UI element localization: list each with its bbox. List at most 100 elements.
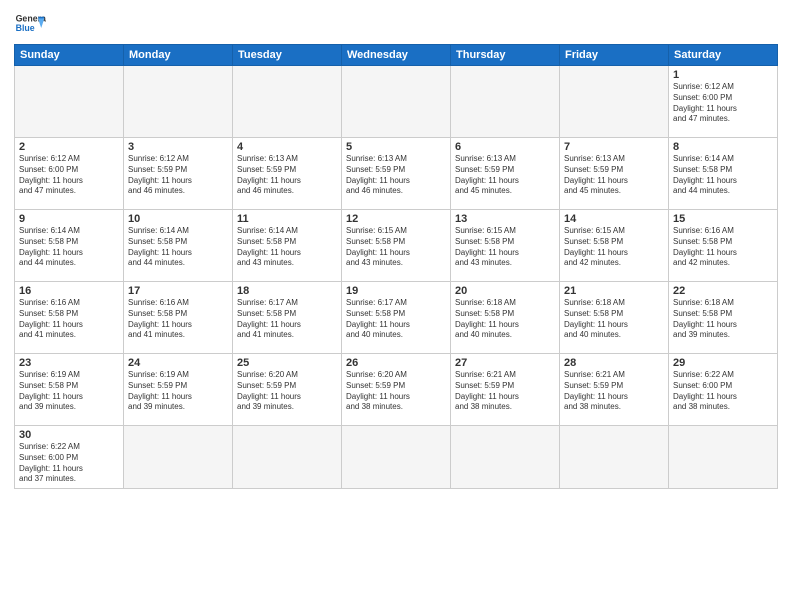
- calendar-day-cell: 17Sunrise: 6:16 AMSunset: 5:58 PMDayligh…: [124, 282, 233, 354]
- calendar-day-cell: 10Sunrise: 6:14 AMSunset: 5:58 PMDayligh…: [124, 210, 233, 282]
- day-info: Sunrise: 6:19 AMSunset: 5:59 PMDaylight:…: [128, 370, 228, 413]
- day-info: Sunrise: 6:15 AMSunset: 5:58 PMDaylight:…: [346, 226, 446, 269]
- calendar-day-cell: 21Sunrise: 6:18 AMSunset: 5:58 PMDayligh…: [560, 282, 669, 354]
- day-number: 25: [237, 357, 337, 369]
- logo: General Blue: [14, 10, 46, 38]
- day-info: Sunrise: 6:20 AMSunset: 5:59 PMDaylight:…: [346, 370, 446, 413]
- day-number: 14: [564, 213, 664, 225]
- svg-text:Blue: Blue: [16, 23, 35, 33]
- day-info: Sunrise: 6:21 AMSunset: 5:59 PMDaylight:…: [564, 370, 664, 413]
- calendar-day-cell: 22Sunrise: 6:18 AMSunset: 5:58 PMDayligh…: [669, 282, 778, 354]
- calendar-day-cell: [669, 426, 778, 489]
- calendar-day-cell: [124, 426, 233, 489]
- calendar-day-cell: 1Sunrise: 6:12 AMSunset: 6:00 PMDaylight…: [669, 66, 778, 138]
- calendar-header-row: SundayMondayTuesdayWednesdayThursdayFrid…: [15, 45, 778, 66]
- calendar-day-cell: 18Sunrise: 6:17 AMSunset: 5:58 PMDayligh…: [233, 282, 342, 354]
- calendar-day-cell: 2Sunrise: 6:12 AMSunset: 6:00 PMDaylight…: [15, 138, 124, 210]
- calendar-day-cell: [451, 66, 560, 138]
- calendar-day-cell: 7Sunrise: 6:13 AMSunset: 5:59 PMDaylight…: [560, 138, 669, 210]
- day-info: Sunrise: 6:13 AMSunset: 5:59 PMDaylight:…: [346, 154, 446, 197]
- day-number: 17: [128, 285, 228, 297]
- logo-icon: General Blue: [14, 10, 46, 38]
- day-number: 21: [564, 285, 664, 297]
- calendar-week-row: 30Sunrise: 6:22 AMSunset: 6:00 PMDayligh…: [15, 426, 778, 489]
- day-info: Sunrise: 6:14 AMSunset: 5:58 PMDaylight:…: [19, 226, 119, 269]
- calendar-day-cell: 29Sunrise: 6:22 AMSunset: 6:00 PMDayligh…: [669, 354, 778, 426]
- calendar-week-row: 2Sunrise: 6:12 AMSunset: 6:00 PMDaylight…: [15, 138, 778, 210]
- day-info: Sunrise: 6:12 AMSunset: 6:00 PMDaylight:…: [673, 82, 773, 125]
- day-number: 8: [673, 141, 773, 153]
- day-info: Sunrise: 6:17 AMSunset: 5:58 PMDaylight:…: [346, 298, 446, 341]
- day-info: Sunrise: 6:15 AMSunset: 5:58 PMDaylight:…: [455, 226, 555, 269]
- calendar-day-cell: 15Sunrise: 6:16 AMSunset: 5:58 PMDayligh…: [669, 210, 778, 282]
- calendar-day-cell: [124, 66, 233, 138]
- col-header-friday: Friday: [560, 45, 669, 66]
- header: General Blue: [14, 10, 778, 38]
- day-info: Sunrise: 6:16 AMSunset: 5:58 PMDaylight:…: [128, 298, 228, 341]
- calendar-day-cell: 13Sunrise: 6:15 AMSunset: 5:58 PMDayligh…: [451, 210, 560, 282]
- calendar-day-cell: [451, 426, 560, 489]
- calendar-day-cell: 28Sunrise: 6:21 AMSunset: 5:59 PMDayligh…: [560, 354, 669, 426]
- calendar-day-cell: 23Sunrise: 6:19 AMSunset: 5:58 PMDayligh…: [15, 354, 124, 426]
- calendar-week-row: 1Sunrise: 6:12 AMSunset: 6:00 PMDaylight…: [15, 66, 778, 138]
- day-number: 30: [19, 429, 119, 441]
- col-header-monday: Monday: [124, 45, 233, 66]
- day-info: Sunrise: 6:16 AMSunset: 5:58 PMDaylight:…: [673, 226, 773, 269]
- calendar-day-cell: 12Sunrise: 6:15 AMSunset: 5:58 PMDayligh…: [342, 210, 451, 282]
- calendar-day-cell: 26Sunrise: 6:20 AMSunset: 5:59 PMDayligh…: [342, 354, 451, 426]
- calendar-day-cell: [15, 66, 124, 138]
- calendar-day-cell: 25Sunrise: 6:20 AMSunset: 5:59 PMDayligh…: [233, 354, 342, 426]
- calendar-day-cell: [560, 426, 669, 489]
- day-number: 20: [455, 285, 555, 297]
- calendar-day-cell: 3Sunrise: 6:12 AMSunset: 5:59 PMDaylight…: [124, 138, 233, 210]
- day-number: 15: [673, 213, 773, 225]
- day-number: 28: [564, 357, 664, 369]
- calendar-table: SundayMondayTuesdayWednesdayThursdayFrid…: [14, 44, 778, 489]
- day-number: 24: [128, 357, 228, 369]
- calendar-day-cell: [342, 66, 451, 138]
- calendar-day-cell: 16Sunrise: 6:16 AMSunset: 5:58 PMDayligh…: [15, 282, 124, 354]
- calendar-day-cell: 19Sunrise: 6:17 AMSunset: 5:58 PMDayligh…: [342, 282, 451, 354]
- day-info: Sunrise: 6:13 AMSunset: 5:59 PMDaylight:…: [455, 154, 555, 197]
- day-info: Sunrise: 6:16 AMSunset: 5:58 PMDaylight:…: [19, 298, 119, 341]
- calendar-day-cell: 9Sunrise: 6:14 AMSunset: 5:58 PMDaylight…: [15, 210, 124, 282]
- day-number: 3: [128, 141, 228, 153]
- day-number: 10: [128, 213, 228, 225]
- col-header-saturday: Saturday: [669, 45, 778, 66]
- calendar-day-cell: 20Sunrise: 6:18 AMSunset: 5:58 PMDayligh…: [451, 282, 560, 354]
- day-info: Sunrise: 6:21 AMSunset: 5:59 PMDaylight:…: [455, 370, 555, 413]
- day-number: 13: [455, 213, 555, 225]
- day-info: Sunrise: 6:14 AMSunset: 5:58 PMDaylight:…: [673, 154, 773, 197]
- day-number: 27: [455, 357, 555, 369]
- col-header-thursday: Thursday: [451, 45, 560, 66]
- calendar-page: General Blue SundayMondayTuesdayWednesda…: [0, 0, 792, 612]
- calendar-day-cell: 24Sunrise: 6:19 AMSunset: 5:59 PMDayligh…: [124, 354, 233, 426]
- day-info: Sunrise: 6:18 AMSunset: 5:58 PMDaylight:…: [564, 298, 664, 341]
- calendar-day-cell: 4Sunrise: 6:13 AMSunset: 5:59 PMDaylight…: [233, 138, 342, 210]
- day-info: Sunrise: 6:14 AMSunset: 5:58 PMDaylight:…: [128, 226, 228, 269]
- day-info: Sunrise: 6:12 AMSunset: 5:59 PMDaylight:…: [128, 154, 228, 197]
- calendar-day-cell: 6Sunrise: 6:13 AMSunset: 5:59 PMDaylight…: [451, 138, 560, 210]
- calendar-day-cell: [342, 426, 451, 489]
- day-info: Sunrise: 6:17 AMSunset: 5:58 PMDaylight:…: [237, 298, 337, 341]
- calendar-day-cell: 30Sunrise: 6:22 AMSunset: 6:00 PMDayligh…: [15, 426, 124, 489]
- day-number: 26: [346, 357, 446, 369]
- day-number: 7: [564, 141, 664, 153]
- day-number: 16: [19, 285, 119, 297]
- col-header-sunday: Sunday: [15, 45, 124, 66]
- calendar-day-cell: [233, 66, 342, 138]
- calendar-day-cell: [233, 426, 342, 489]
- calendar-week-row: 23Sunrise: 6:19 AMSunset: 5:58 PMDayligh…: [15, 354, 778, 426]
- calendar-day-cell: [560, 66, 669, 138]
- day-number: 4: [237, 141, 337, 153]
- col-header-wednesday: Wednesday: [342, 45, 451, 66]
- day-number: 1: [673, 69, 773, 81]
- calendar-week-row: 16Sunrise: 6:16 AMSunset: 5:58 PMDayligh…: [15, 282, 778, 354]
- calendar-week-row: 9Sunrise: 6:14 AMSunset: 5:58 PMDaylight…: [15, 210, 778, 282]
- day-number: 9: [19, 213, 119, 225]
- calendar-day-cell: 8Sunrise: 6:14 AMSunset: 5:58 PMDaylight…: [669, 138, 778, 210]
- calendar-day-cell: 11Sunrise: 6:14 AMSunset: 5:58 PMDayligh…: [233, 210, 342, 282]
- day-info: Sunrise: 6:18 AMSunset: 5:58 PMDaylight:…: [455, 298, 555, 341]
- day-info: Sunrise: 6:22 AMSunset: 6:00 PMDaylight:…: [19, 442, 119, 485]
- day-number: 5: [346, 141, 446, 153]
